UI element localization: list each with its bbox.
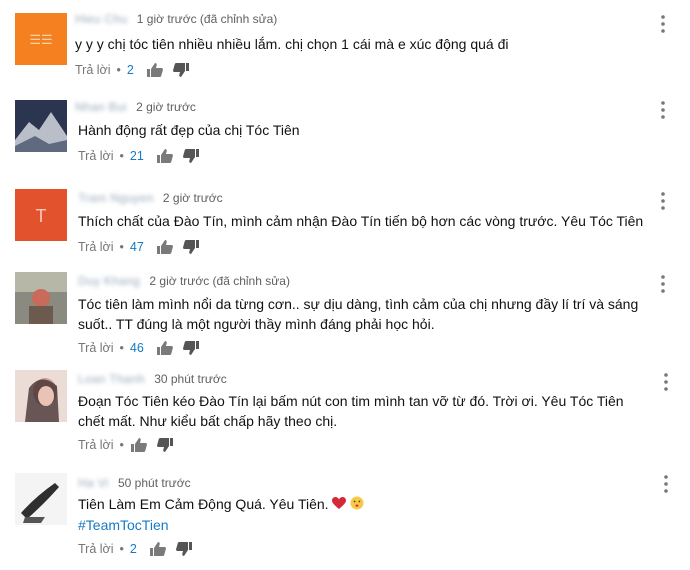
comment-actions: Trả lời • 21	[78, 148, 208, 164]
timestamp[interactable]: 2 giờ trước (đã chỉnh sửa)	[149, 274, 290, 288]
separator-dot: •	[119, 542, 124, 556]
reply-button[interactable]: Trả lời	[78, 240, 114, 254]
thumbs-down-icon[interactable]	[172, 62, 190, 78]
thumbs-up-icon[interactable]	[156, 239, 174, 255]
comment-line: Hành động rất đẹp của chị Tóc Tiên	[78, 122, 300, 138]
thumbs-down-icon[interactable]	[182, 239, 200, 255]
comment-header: Tram Nguyen 2 giờ trước	[78, 191, 223, 205]
comment-line: chết mất. Như kiểu bất chấp hãy theo chị…	[78, 413, 338, 429]
thumbs-down-icon[interactable]	[156, 437, 174, 453]
author-name[interactable]: Duy Khang	[78, 274, 140, 288]
comment-line: Tóc tiên làm mình nổi da từng cơn.. sự d…	[78, 296, 639, 312]
like-count: 46	[129, 341, 144, 355]
author-name[interactable]: Nhan Bui	[75, 100, 127, 114]
avatar[interactable]	[15, 272, 67, 324]
avatar-image: ☰☰	[15, 13, 67, 65]
more-vert-icon[interactable]	[658, 274, 668, 294]
separator-dot: •	[119, 341, 124, 355]
author-name[interactable]: Tram Nguyen	[78, 191, 154, 205]
timestamp[interactable]: 2 giờ trước	[163, 191, 223, 205]
thumbs-up-icon[interactable]	[146, 62, 164, 78]
thumbs-up-icon[interactable]	[130, 437, 148, 453]
comment-text: Hành động rất đẹp của chị Tóc Tiên	[78, 120, 300, 140]
timestamp[interactable]: 30 phút trước	[154, 372, 227, 386]
svg-text:☰☰: ☰☰	[29, 32, 52, 47]
comment-header: Nhan Bui 2 giờ trước	[75, 100, 196, 114]
comment-text: Đoạn Tóc Tiên kéo Đào Tín lại bấm nút co…	[78, 391, 624, 431]
avatar-image	[15, 272, 67, 324]
more-vert-icon[interactable]	[658, 191, 668, 211]
avatar[interactable]	[15, 473, 67, 525]
comment-text: Tóc tiên làm mình nổi da từng cơn.. sự d…	[78, 294, 638, 334]
avatar[interactable]	[15, 100, 67, 152]
comment-line: Thích chất của Đào Tín, mình cảm nhận Đà…	[78, 213, 644, 229]
hashtag-link[interactable]: #TeamTocTien	[78, 515, 364, 535]
comment-header: Ha Vi 50 phút trước	[78, 476, 191, 490]
reply-button[interactable]: Trả lời	[75, 63, 111, 77]
more-vert-icon[interactable]	[661, 474, 671, 494]
avatar-image	[15, 100, 67, 152]
separator-dot: •	[119, 240, 124, 254]
comment-actions: Trả lời • 46	[78, 340, 208, 356]
thumbs-down-icon[interactable]	[182, 148, 200, 164]
timestamp[interactable]: 50 phút trước	[118, 476, 191, 490]
like-count: 2	[129, 542, 137, 556]
avatar-image	[15, 473, 67, 525]
comment-actions: Trả lời • 2	[75, 62, 198, 78]
separator-dot: •	[116, 63, 121, 77]
comment-actions: Trả lời • 47	[78, 239, 208, 255]
comment-header: Hieu Chu 1 giờ trước (đã chỉnh sửa)	[75, 12, 277, 26]
comment-text: Thích chất của Đào Tín, mình cảm nhận Đà…	[78, 211, 643, 231]
avatar[interactable]: T	[15, 189, 67, 241]
reply-button[interactable]: Trả lời	[78, 438, 114, 452]
comment-line: suốt.. TT đúng là một người thầy mình đá…	[78, 316, 435, 332]
more-vert-icon[interactable]	[658, 14, 668, 34]
separator-dot: •	[119, 149, 124, 163]
kiss-emoji	[350, 495, 364, 515]
thumbs-down-icon[interactable]	[175, 541, 193, 557]
separator-dot: •	[119, 438, 124, 452]
avatar-image	[15, 370, 67, 422]
comment-actions: Trả lời • 2	[78, 541, 201, 557]
timestamp[interactable]: 1 giờ trước (đã chỉnh sửa)	[137, 12, 278, 26]
like-count: 21	[129, 149, 144, 163]
comment-text: y y y chị tóc tiên nhiều nhiều lắm. chị …	[75, 34, 508, 54]
avatar-image: T	[15, 189, 67, 241]
comment-line-1: Tiên Làm Em Cảm Động Quá. Yêu Tiên.	[78, 494, 364, 515]
comment-actions: Trả lời •	[78, 437, 182, 453]
comment-line: Đoạn Tóc Tiên kéo Đào Tín lại bấm nút co…	[78, 393, 624, 409]
reply-button[interactable]: Trả lời	[78, 149, 114, 163]
comment-line: Tiên Làm Em Cảm Động Quá. Yêu Tiên.	[78, 496, 333, 512]
author-name[interactable]: Hieu Chu	[75, 12, 127, 26]
author-name[interactable]: Loan Thanh	[78, 372, 145, 386]
avatar[interactable]	[15, 370, 67, 422]
comment-header: Loan Thanh 30 phút trước	[78, 372, 227, 386]
svg-text:T: T	[36, 206, 47, 226]
comment-line: y y y chị tóc tiên nhiều nhiều lắm. chị …	[75, 36, 509, 52]
like-count: 2	[126, 63, 134, 77]
thumbs-down-icon[interactable]	[182, 340, 200, 356]
thumbs-up-icon[interactable]	[156, 340, 174, 356]
like-count: 47	[129, 240, 144, 254]
avatar[interactable]: ☰☰	[15, 13, 67, 65]
thumbs-up-icon[interactable]	[156, 148, 174, 164]
thumbs-up-icon[interactable]	[149, 541, 167, 557]
reply-button[interactable]: Trả lời	[78, 542, 114, 556]
comment-header: Duy Khang 2 giờ trước (đã chỉnh sửa)	[78, 274, 290, 288]
comment-text: Tiên Làm Em Cảm Động Quá. Yêu Tiên. #Tea…	[78, 494, 364, 535]
author-name[interactable]: Ha Vi	[78, 476, 109, 490]
heart-emoji	[332, 495, 347, 515]
more-vert-icon[interactable]	[658, 100, 668, 120]
reply-button[interactable]: Trả lời	[78, 341, 114, 355]
timestamp[interactable]: 2 giờ trước	[136, 100, 196, 114]
more-vert-icon[interactable]	[661, 372, 671, 392]
